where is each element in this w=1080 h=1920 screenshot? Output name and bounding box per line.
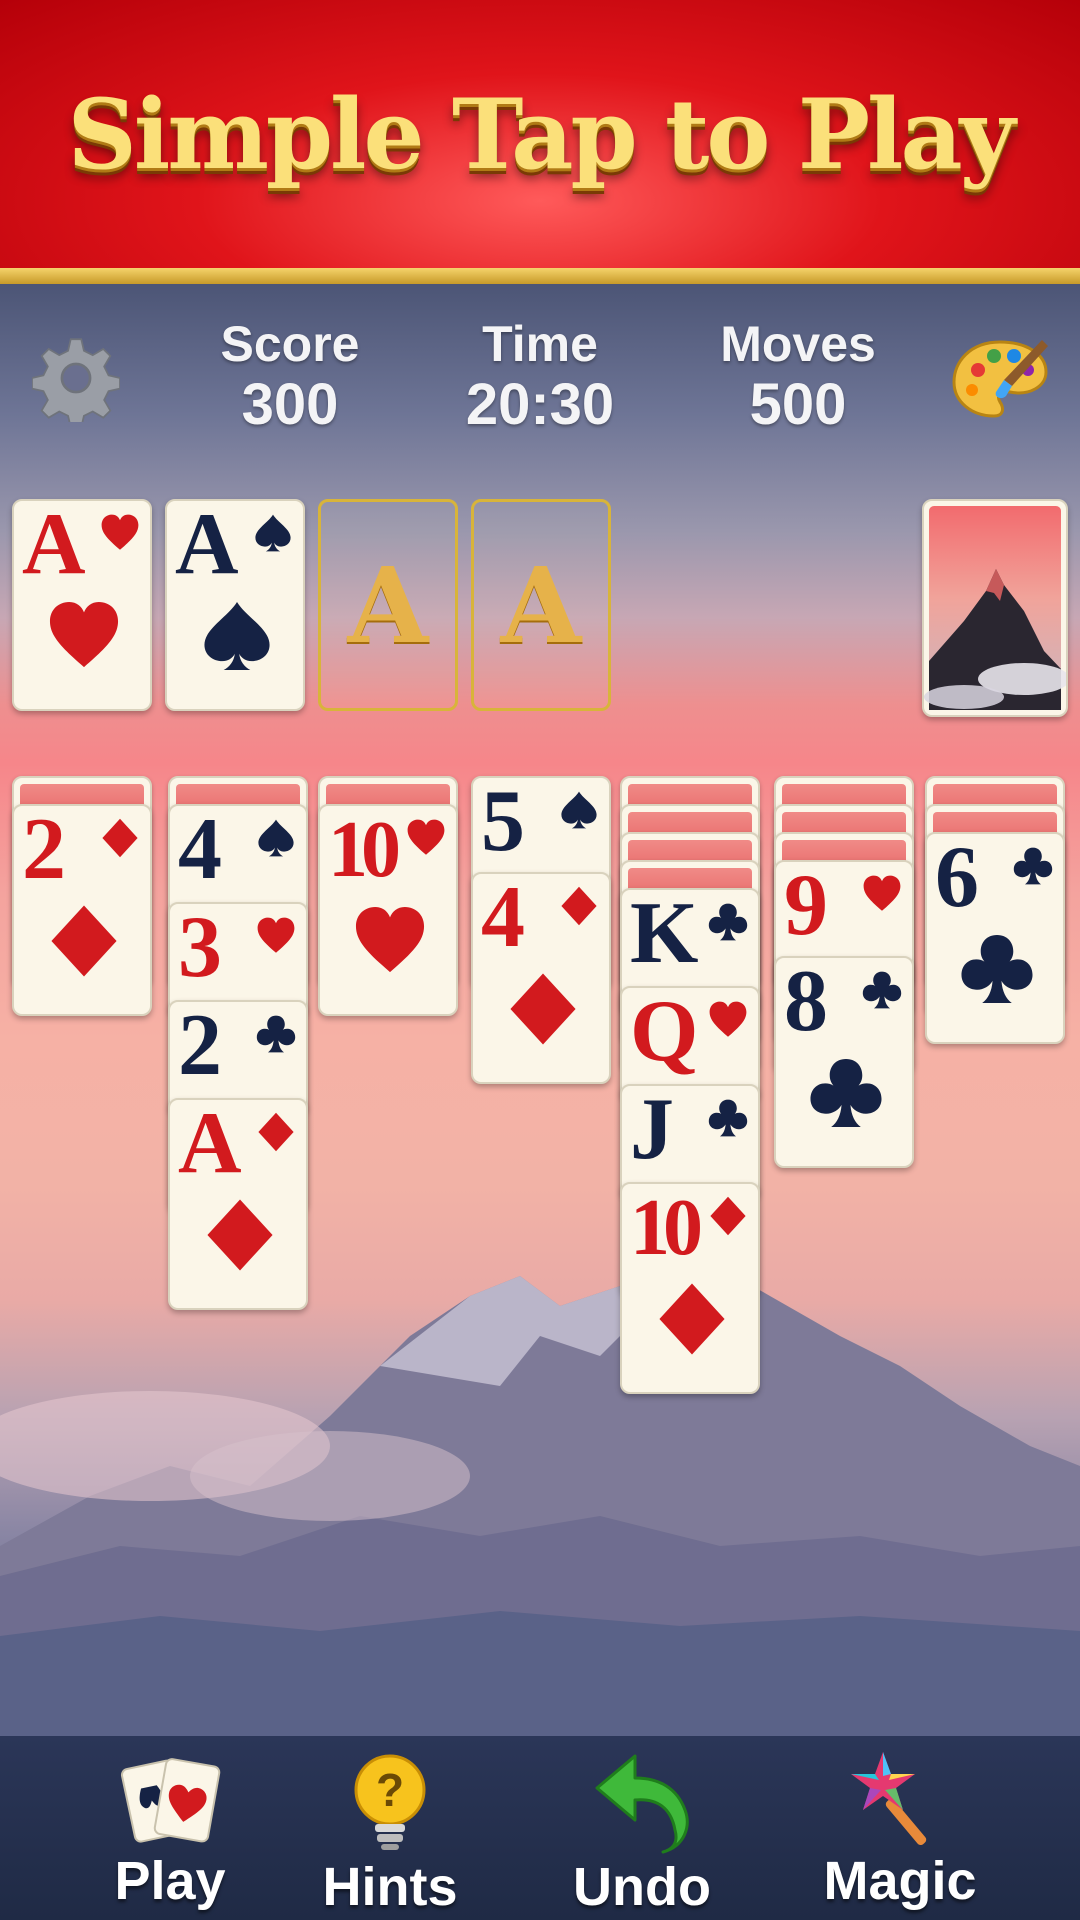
time-value: 20:30 bbox=[465, 372, 615, 437]
card-rank: 10 bbox=[630, 1184, 703, 1272]
tableau-card[interactable]: 8 bbox=[774, 956, 914, 1168]
card-rank: A bbox=[22, 496, 86, 593]
moves-label: Moves bbox=[720, 316, 876, 372]
magic-label: Magic bbox=[823, 1851, 977, 1911]
tableau-card[interactable]: 4 bbox=[471, 872, 611, 1084]
promo-banner: Simple Tap to Play bbox=[0, 0, 1080, 268]
heart-icon bbox=[257, 917, 295, 953]
tableau-card[interactable]: 6 bbox=[925, 832, 1065, 1044]
slot-placeholder-letter: A bbox=[347, 544, 429, 667]
foundation-spades[interactable]: A bbox=[165, 499, 305, 711]
card-rank: 2 bbox=[178, 997, 222, 1094]
card-rank: 10 bbox=[328, 806, 401, 894]
score-display: Score 300 bbox=[190, 316, 390, 438]
undo-label: Undo bbox=[573, 1857, 711, 1917]
card-rank: Q bbox=[630, 983, 699, 1080]
club-icon bbox=[708, 903, 748, 941]
heart-icon bbox=[863, 875, 901, 911]
card-rank: 2 bbox=[22, 801, 66, 898]
card-rank: 9 bbox=[784, 857, 828, 954]
club-icon bbox=[810, 1058, 882, 1128]
spade-icon bbox=[255, 514, 291, 552]
card-rank: K bbox=[630, 885, 699, 982]
card-rank: 5 bbox=[481, 773, 525, 870]
heart-icon bbox=[49, 601, 119, 668]
diamond-icon bbox=[51, 905, 117, 977]
gear-icon[interactable] bbox=[32, 334, 120, 422]
card-rank: 8 bbox=[784, 953, 828, 1050]
undo-button[interactable]: Undo bbox=[552, 1736, 732, 1920]
club-icon bbox=[961, 934, 1033, 1004]
foundation-slot-empty[interactable]: A bbox=[318, 499, 458, 711]
magic-button[interactable]: Magic bbox=[810, 1736, 990, 1920]
card-rank: A bbox=[175, 496, 239, 593]
banner-gold-stripe bbox=[0, 268, 1080, 284]
card-rank: 4 bbox=[481, 869, 525, 966]
stock-pile[interactable] bbox=[922, 499, 1068, 717]
spade-icon bbox=[258, 819, 294, 857]
club-icon bbox=[256, 1015, 296, 1053]
diamond-icon bbox=[102, 818, 138, 858]
slot-placeholder-letter: A bbox=[500, 544, 582, 667]
tableau-card[interactable]: 10 bbox=[318, 804, 458, 1016]
club-icon bbox=[862, 971, 902, 1009]
hints-button[interactable]: ? Hints bbox=[300, 1736, 480, 1920]
play-button[interactable]: Play bbox=[80, 1736, 260, 1920]
foundation-slot-empty[interactable]: A bbox=[471, 499, 611, 711]
tableau-card[interactable]: 2 bbox=[12, 804, 152, 1016]
score-value: 300 bbox=[241, 372, 339, 437]
banner-title: Simple Tap to Play bbox=[67, 78, 1016, 191]
tableau-card[interactable]: A bbox=[168, 1098, 308, 1310]
card-rank: 6 bbox=[935, 829, 979, 926]
svg-text:?: ? bbox=[376, 1764, 404, 1816]
magic-wand-icon bbox=[851, 1752, 927, 1846]
heart-icon bbox=[709, 1001, 747, 1037]
spade-icon bbox=[561, 791, 597, 829]
moves-value: 500 bbox=[749, 372, 847, 437]
score-label: Score bbox=[220, 316, 360, 372]
card-rank: 4 bbox=[178, 801, 222, 898]
cards-icon bbox=[120, 1758, 221, 1843]
diamond-icon bbox=[510, 973, 576, 1045]
tableau-card[interactable]: 10 bbox=[620, 1182, 760, 1394]
heart-icon bbox=[407, 819, 445, 855]
club-icon bbox=[708, 1099, 748, 1137]
play-label: Play bbox=[114, 1851, 226, 1911]
moves-display: Moves 500 bbox=[688, 316, 908, 438]
hints-label: Hints bbox=[322, 1857, 458, 1917]
foundation-hearts[interactable]: A bbox=[12, 499, 152, 711]
heart-icon bbox=[355, 906, 425, 973]
diamond-icon bbox=[258, 1112, 294, 1152]
palette-icon[interactable] bbox=[950, 334, 1050, 424]
undo-arrow-icon bbox=[595, 1754, 689, 1854]
mountain-peak-card-back bbox=[924, 506, 1066, 710]
card-rank: 3 bbox=[178, 899, 222, 996]
time-display: Time 20:30 bbox=[440, 316, 640, 438]
lightbulb-icon: ? bbox=[354, 1754, 426, 1850]
card-rank: A bbox=[178, 1095, 242, 1192]
club-icon bbox=[1013, 847, 1053, 885]
time-label: Time bbox=[482, 316, 598, 372]
diamond-icon bbox=[561, 886, 597, 926]
spade-icon bbox=[204, 601, 270, 671]
mountain-range-illustration bbox=[0, 1256, 1080, 1736]
diamond-icon bbox=[659, 1283, 725, 1355]
diamond-icon bbox=[710, 1196, 746, 1236]
card-rank: J bbox=[630, 1081, 674, 1178]
diamond-icon bbox=[207, 1199, 273, 1271]
heart-icon bbox=[101, 514, 139, 550]
